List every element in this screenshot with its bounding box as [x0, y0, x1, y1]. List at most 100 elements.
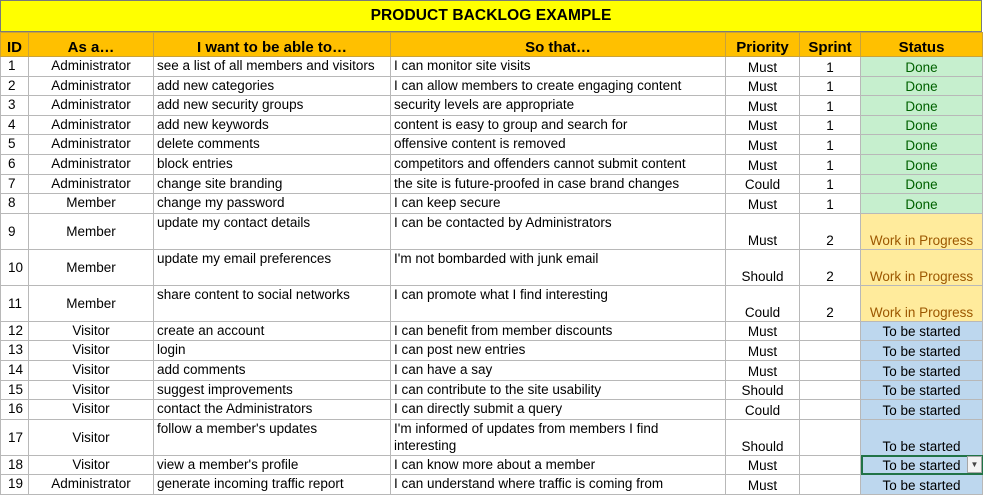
cell-sprint[interactable]: 1 — [799, 114, 861, 136]
cell-so-that[interactable]: I can understand where traffic is coming… — [390, 474, 726, 495]
cell-want[interactable]: update my contact details — [153, 212, 391, 250]
cell-so-that[interactable]: I can directly submit a query — [390, 399, 726, 420]
cell-role[interactable]: Administrator — [28, 474, 154, 495]
cell-status[interactable]: Done — [860, 56, 983, 77]
cell-id[interactable]: 12 — [0, 320, 29, 342]
cell-role[interactable]: Visitor — [28, 418, 154, 456]
cell-want[interactable]: block entries — [153, 153, 391, 175]
cell-sprint[interactable]: 1 — [799, 95, 861, 116]
cell-role[interactable]: Visitor — [28, 399, 154, 420]
cell-status[interactable]: Work in Progress — [860, 248, 983, 286]
cell-role[interactable]: Member — [28, 212, 154, 250]
cell-role[interactable]: Visitor — [28, 320, 154, 342]
cell-role[interactable]: Member — [28, 248, 154, 286]
cell-id[interactable]: 5 — [0, 134, 29, 155]
cell-priority[interactable]: Must — [725, 95, 800, 116]
cell-want[interactable]: change site branding — [153, 173, 391, 195]
cell-so-that[interactable]: competitors and offenders cannot submit … — [390, 153, 726, 175]
cell-so-that[interactable]: I'm not bombarded with junk email — [390, 248, 726, 286]
cell-priority[interactable]: Should — [725, 248, 800, 286]
cell-priority[interactable]: Must — [725, 359, 800, 381]
cell-status[interactable]: To be started — [860, 320, 983, 342]
cell-role[interactable]: Administrator — [28, 56, 154, 77]
cell-status[interactable]: To be started ▼ — [860, 454, 983, 476]
cell-status[interactable]: To be started — [860, 399, 983, 420]
cell-sprint[interactable] — [799, 320, 861, 342]
header-as-a[interactable]: As a… — [28, 32, 154, 57]
cell-role[interactable]: Administrator — [28, 173, 154, 195]
cell-status[interactable]: Done — [860, 134, 983, 155]
cell-id[interactable]: 2 — [0, 75, 29, 97]
cell-priority[interactable]: Must — [725, 212, 800, 250]
cell-priority[interactable]: Could — [725, 399, 800, 420]
cell-so-that[interactable]: offensive content is removed — [390, 134, 726, 155]
cell-role[interactable]: Visitor — [28, 379, 154, 401]
cell-so-that[interactable]: the site is future-proofed in case brand… — [390, 173, 726, 195]
cell-sprint[interactable] — [799, 340, 861, 361]
cell-so-that[interactable]: I'm informed of updates from members I f… — [390, 418, 726, 456]
header-priority[interactable]: Priority — [725, 32, 800, 57]
cell-id[interactable]: 8 — [0, 193, 29, 214]
sheet-title[interactable]: PRODUCT BACKLOG EXAMPLE — [0, 0, 982, 32]
cell-so-that[interactable]: I can monitor site visits — [390, 56, 726, 77]
cell-sprint[interactable]: 2 — [799, 248, 861, 286]
cell-want[interactable]: add new security groups — [153, 95, 391, 116]
cell-id[interactable]: 9 — [0, 212, 29, 250]
cell-want[interactable]: login — [153, 340, 391, 361]
cell-id[interactable]: 1 — [0, 56, 29, 77]
cell-role[interactable]: Visitor — [28, 454, 154, 476]
cell-status[interactable]: To be started — [860, 474, 983, 495]
cell-priority[interactable]: Must — [725, 320, 800, 342]
cell-priority[interactable]: Must — [725, 454, 800, 476]
cell-status[interactable]: To be started — [860, 359, 983, 381]
cell-sprint[interactable] — [799, 418, 861, 456]
cell-id[interactable]: 13 — [0, 340, 29, 361]
cell-id[interactable]: 15 — [0, 379, 29, 401]
cell-want[interactable]: suggest improvements — [153, 379, 391, 401]
cell-status[interactable]: Done — [860, 95, 983, 116]
cell-sprint[interactable]: 1 — [799, 193, 861, 214]
cell-want[interactable]: follow a member's updates — [153, 418, 391, 456]
cell-priority[interactable]: Must — [725, 193, 800, 214]
cell-status[interactable]: To be started — [860, 340, 983, 361]
cell-want[interactable]: create an account — [153, 320, 391, 342]
cell-status[interactable]: Work in Progress — [860, 212, 983, 250]
cell-role[interactable]: Administrator — [28, 95, 154, 116]
cell-status[interactable]: To be started — [860, 418, 983, 456]
cell-id[interactable]: 18 — [0, 454, 29, 476]
cell-priority[interactable]: Must — [725, 474, 800, 495]
cell-sprint[interactable] — [799, 474, 861, 495]
cell-role[interactable]: Visitor — [28, 340, 154, 361]
cell-status[interactable]: Done — [860, 173, 983, 195]
cell-id[interactable]: 14 — [0, 359, 29, 381]
cell-want[interactable]: delete comments — [153, 134, 391, 155]
cell-role[interactable]: Member — [28, 193, 154, 214]
cell-role[interactable]: Administrator — [28, 134, 154, 155]
cell-so-that[interactable]: I can keep secure — [390, 193, 726, 214]
cell-role[interactable]: Administrator — [28, 114, 154, 136]
cell-sprint[interactable] — [799, 454, 861, 476]
cell-id[interactable]: 17 — [0, 418, 29, 456]
cell-so-that[interactable]: I can contribute to the site usability — [390, 379, 726, 401]
cell-sprint[interactable]: 1 — [799, 173, 861, 195]
cell-id[interactable]: 16 — [0, 399, 29, 420]
cell-id[interactable]: 6 — [0, 153, 29, 175]
header-status[interactable]: Status — [860, 32, 983, 57]
cell-priority[interactable]: Should — [725, 379, 800, 401]
cell-priority[interactable]: Must — [725, 153, 800, 175]
cell-sprint[interactable]: 1 — [799, 153, 861, 175]
header-so-that[interactable]: So that… — [390, 32, 726, 57]
cell-id[interactable]: 4 — [0, 114, 29, 136]
cell-role[interactable]: Visitor — [28, 359, 154, 381]
cell-sprint[interactable] — [799, 379, 861, 401]
cell-want[interactable]: update my email preferences — [153, 248, 391, 286]
cell-role[interactable]: Member — [28, 284, 154, 322]
cell-priority[interactable]: Must — [725, 340, 800, 361]
cell-so-that[interactable]: I can post new entries — [390, 340, 726, 361]
cell-so-that[interactable]: content is easy to group and search for — [390, 114, 726, 136]
cell-want[interactable]: see a list of all members and visitors — [153, 56, 391, 77]
cell-priority[interactable]: Should — [725, 418, 800, 456]
cell-status[interactable]: Done — [860, 114, 983, 136]
cell-want[interactable]: generate incoming traffic report — [153, 474, 391, 495]
cell-id[interactable]: 19 — [0, 474, 29, 495]
